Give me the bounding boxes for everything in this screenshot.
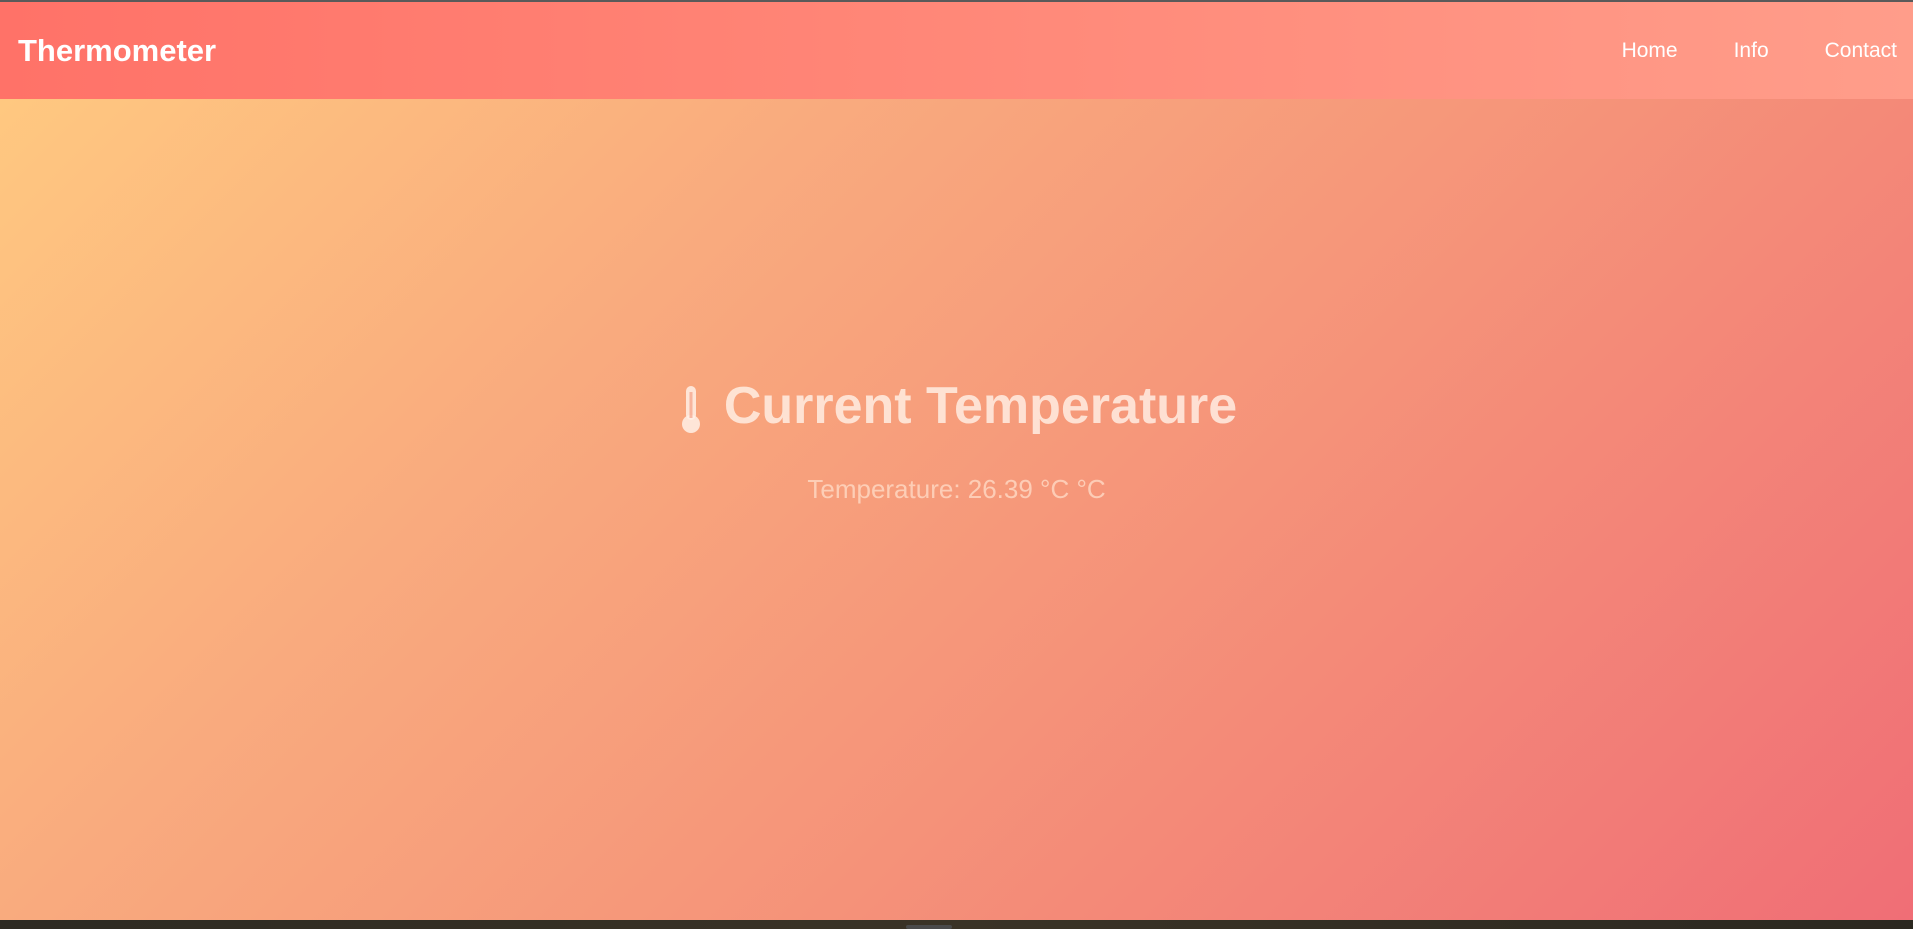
nav-link-contact[interactable]: Contact bbox=[1825, 39, 1897, 63]
main-content: Current Temperature Temperature: 26.39 °… bbox=[0, 99, 1913, 920]
nav-links: Home Info Contact bbox=[1622, 2, 1897, 99]
nav-link-home[interactable]: Home bbox=[1622, 39, 1678, 63]
heading-text: Current Temperature bbox=[723, 377, 1238, 435]
navbar: Thermometer Home Info Contact bbox=[0, 2, 1913, 99]
brand-title[interactable]: Thermometer bbox=[18, 2, 216, 99]
nav-link-info[interactable]: Info bbox=[1734, 39, 1769, 63]
taskbar-strip bbox=[0, 920, 1913, 929]
thermometer-icon bbox=[681, 386, 700, 433]
taskbar-handle bbox=[906, 925, 952, 929]
temperature-reading: Temperature: 26.39 °C °C bbox=[807, 474, 1106, 504]
page-heading: Current Temperature bbox=[0, 376, 1913, 436]
